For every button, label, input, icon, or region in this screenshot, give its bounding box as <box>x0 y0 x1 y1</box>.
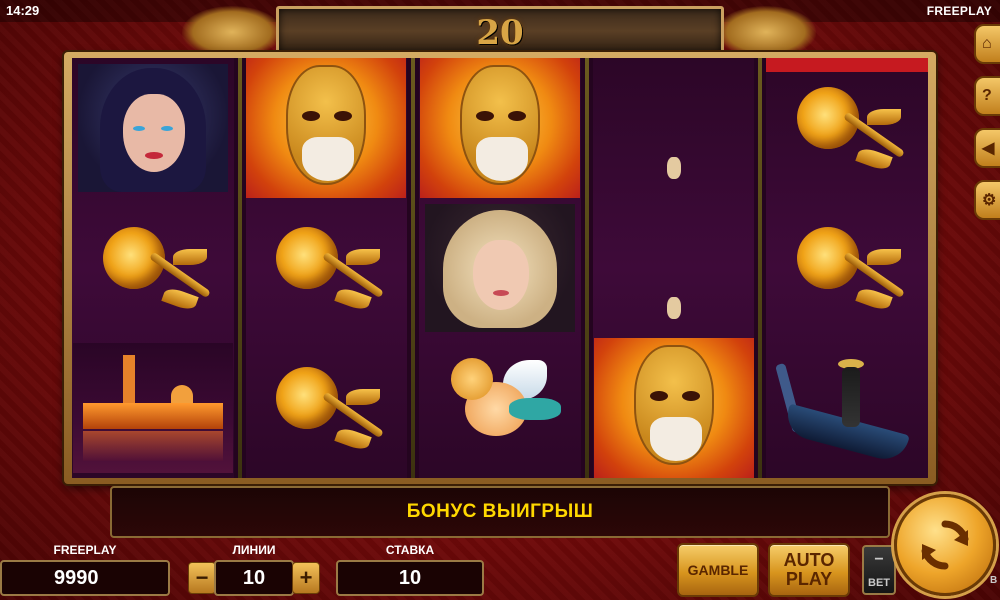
venetian-mask-symbol <box>593 338 754 478</box>
reel-cell <box>766 198 928 338</box>
home-button[interactable]: ⌂ <box>974 24 1000 64</box>
reel-cell <box>419 198 581 338</box>
auto-play-label-line2: PLAY <box>785 569 833 589</box>
venetian-mask-symbol <box>419 58 580 198</box>
reel-cell <box>419 338 581 478</box>
home-icon: ⌂ <box>982 35 992 52</box>
auto-play-button[interactable]: AUTO PLAY <box>768 543 850 597</box>
help-icon: ? <box>982 87 992 104</box>
minus-icon: − <box>195 565 209 590</box>
reel-cell <box>246 58 408 198</box>
reels-area <box>72 58 928 478</box>
settings-icon: ⚙ <box>982 192 997 209</box>
bet-label: СТАВКА <box>385 543 435 557</box>
reel-cell <box>593 198 755 338</box>
reel-cell <box>72 338 234 478</box>
lines-decrease-button[interactable]: − <box>188 562 216 594</box>
reel-cell <box>766 58 928 198</box>
settings-button[interactable]: ⚙ <box>974 180 1000 220</box>
red-fan-symbol <box>599 209 749 338</box>
bonus-message: БОНУС ВЫИГРЫШ <box>406 501 594 522</box>
auto-play-label-line1: AUTO <box>783 550 835 570</box>
bet-decrease-toggle[interactable]: − BET <box>862 545 896 595</box>
credit-value: 9990 <box>54 566 99 589</box>
spin-button[interactable] <box>894 494 996 596</box>
lines-increase-button[interactable]: + <box>292 562 320 594</box>
reel-5 <box>766 58 928 478</box>
lines-label: ЛИНИИ <box>232 543 276 557</box>
gold-rose-symbol <box>83 213 223 323</box>
gamble-button[interactable]: GAMBLE <box>677 543 759 597</box>
blonde-woman-symbol <box>424 204 575 332</box>
reel-cell <box>72 198 234 338</box>
bet-increase-toggle-edge[interactable]: B <box>990 575 1000 595</box>
clock: 14:29 <box>6 3 40 18</box>
reel-3 <box>419 58 581 478</box>
brunette-woman-symbol <box>77 64 228 192</box>
win-value: 20 <box>476 13 524 53</box>
reel-cell <box>766 338 928 478</box>
reel-4 <box>592 58 755 478</box>
credit-label: FREEPLAY <box>53 543 117 557</box>
sound-button[interactable]: ◀ <box>974 128 1000 168</box>
sound-icon: ◀ <box>982 140 995 157</box>
cupid-symbol <box>425 348 575 468</box>
gold-rose-symbol <box>777 213 917 323</box>
bet-value: 10 <box>398 566 422 589</box>
reel-cell <box>593 338 755 478</box>
win-display: 20 <box>276 6 724 56</box>
mask-edge-fragment <box>766 58 928 72</box>
plaque-ornament-left <box>182 6 282 58</box>
message-bar: БОНУС ВЫИГРЫШ <box>110 486 890 538</box>
gamble-label: GAMBLE <box>687 562 749 578</box>
gold-rose-symbol <box>256 353 396 463</box>
plus-icon: + <box>299 565 313 590</box>
reel-cell <box>246 198 408 338</box>
gold-rose-symbol <box>256 213 396 323</box>
reel-cell <box>246 338 408 478</box>
gold-rose-symbol <box>777 73 917 183</box>
gondola-symbol <box>772 343 922 473</box>
reel-cell <box>419 58 581 198</box>
credit-display: 9990 <box>0 560 170 596</box>
bet-display: 10 <box>336 560 484 596</box>
venetian-mask-symbol <box>246 58 407 198</box>
plaque-ornament-right <box>716 6 816 58</box>
bet-minus-icon: − <box>874 551 884 568</box>
venice-night-symbol <box>72 343 233 473</box>
lines-value: 10 <box>242 566 266 589</box>
red-fan-symbol <box>599 69 749 198</box>
reel-cell <box>72 58 234 198</box>
reel-1 <box>72 58 234 478</box>
bet-toggle-label: BET <box>868 577 890 589</box>
mode-label: FREEPLAY <box>926 4 992 18</box>
reel-cell <box>593 58 755 198</box>
refresh-icon <box>921 520 969 570</box>
help-button[interactable]: ? <box>974 76 1000 116</box>
reel-2 <box>245 58 408 478</box>
lines-display: 10 <box>214 560 294 596</box>
